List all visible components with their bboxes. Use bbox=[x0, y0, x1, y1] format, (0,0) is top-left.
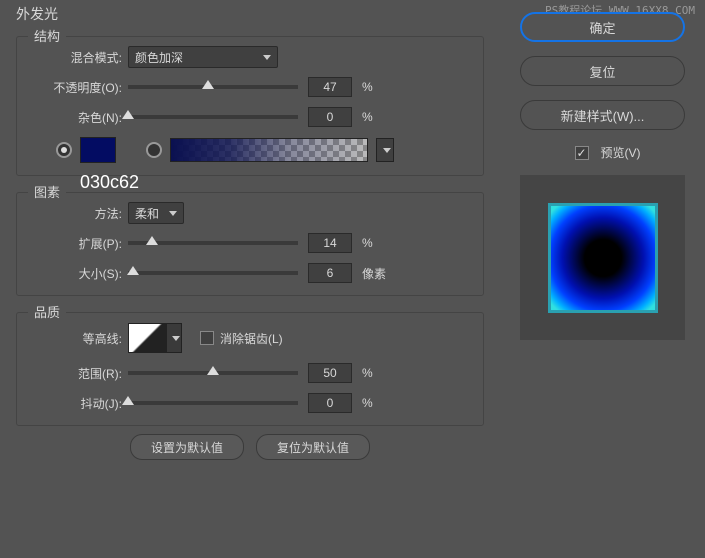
panel-title: 外发光 bbox=[10, 4, 490, 24]
contour-picker[interactable] bbox=[128, 323, 166, 353]
range-input[interactable] bbox=[308, 363, 352, 383]
noise-label: 杂色(N): bbox=[18, 109, 128, 126]
chevron-down-icon bbox=[169, 211, 177, 216]
chevron-down-icon bbox=[383, 148, 391, 153]
set-default-button[interactable]: 设置为默认值 bbox=[130, 434, 244, 460]
gradient-radio[interactable] bbox=[146, 142, 162, 158]
range-unit: % bbox=[362, 366, 373, 380]
method-label: 方法: bbox=[18, 205, 128, 222]
chevron-down-icon bbox=[172, 336, 180, 341]
color-annotation: 030c62 bbox=[80, 172, 139, 193]
jitter-unit: % bbox=[362, 396, 373, 410]
opacity-slider[interactable] bbox=[128, 85, 298, 89]
blend-mode-label: 混合模式: bbox=[18, 49, 128, 66]
group-structure: 结构 混合模式: 颜色加深 不透明度(O): % 杂色(N): % bbox=[10, 28, 490, 176]
gradient-bar[interactable] bbox=[170, 138, 368, 162]
group-elements: 图素 方法: 柔和 扩展(P): % 大小(S): 像素 bbox=[10, 184, 490, 296]
blend-mode-value: 颜色加深 bbox=[135, 49, 183, 66]
spread-input[interactable] bbox=[308, 233, 352, 253]
opacity-unit: % bbox=[362, 80, 373, 94]
size-input[interactable] bbox=[308, 263, 352, 283]
side-panel: 确定 复位 新建样式(W)... 预览(V) bbox=[520, 0, 695, 340]
gradient-dropdown-button[interactable] bbox=[376, 138, 394, 162]
opacity-label: 不透明度(O): bbox=[18, 79, 128, 96]
group-structure-label: 结构 bbox=[28, 26, 66, 45]
chevron-down-icon bbox=[263, 55, 271, 60]
jitter-label: 抖动(J): bbox=[18, 395, 128, 412]
spread-slider[interactable] bbox=[128, 241, 298, 245]
method-value: 柔和 bbox=[135, 205, 159, 222]
blend-mode-dropdown[interactable]: 颜色加深 bbox=[128, 46, 278, 68]
range-label: 范围(R): bbox=[18, 365, 128, 382]
size-unit: 像素 bbox=[362, 265, 386, 282]
contour-dropdown-button[interactable] bbox=[166, 323, 182, 353]
preview-label: 预览(V) bbox=[601, 144, 641, 161]
main-panel: 外发光 结构 混合模式: 颜色加深 不透明度(O): % 杂色(N): % bbox=[0, 0, 500, 558]
noise-slider[interactable] bbox=[128, 115, 298, 119]
noise-unit: % bbox=[362, 110, 373, 124]
opacity-input[interactable] bbox=[308, 77, 352, 97]
method-dropdown[interactable]: 柔和 bbox=[128, 202, 184, 224]
spread-unit: % bbox=[362, 236, 373, 250]
preview-checkbox[interactable] bbox=[575, 146, 589, 160]
new-style-button[interactable]: 新建样式(W)... bbox=[520, 100, 685, 130]
reset-default-button[interactable]: 复位为默认值 bbox=[256, 434, 370, 460]
spread-label: 扩展(P): bbox=[18, 235, 128, 252]
size-label: 大小(S): bbox=[18, 265, 128, 282]
preview-box bbox=[520, 175, 685, 340]
group-elements-label: 图素 bbox=[28, 182, 66, 201]
color-radio[interactable] bbox=[56, 142, 72, 158]
contour-label: 等高线: bbox=[18, 330, 128, 347]
reset-button[interactable]: 复位 bbox=[520, 56, 685, 86]
color-swatch[interactable] bbox=[80, 137, 116, 163]
jitter-input[interactable] bbox=[308, 393, 352, 413]
antialias-label: 消除锯齿(L) bbox=[220, 330, 283, 347]
group-quality-label: 品质 bbox=[28, 302, 66, 321]
preview-thumbnail bbox=[548, 203, 658, 313]
jitter-slider[interactable] bbox=[128, 401, 298, 405]
size-slider[interactable] bbox=[128, 271, 298, 275]
group-quality: 品质 等高线: 消除锯齿(L) 范围(R): % 抖动(J): % bbox=[10, 304, 490, 426]
ok-button[interactable]: 确定 bbox=[520, 12, 685, 42]
antialias-checkbox[interactable] bbox=[200, 331, 214, 345]
noise-input[interactable] bbox=[308, 107, 352, 127]
range-slider[interactable] bbox=[128, 371, 298, 375]
